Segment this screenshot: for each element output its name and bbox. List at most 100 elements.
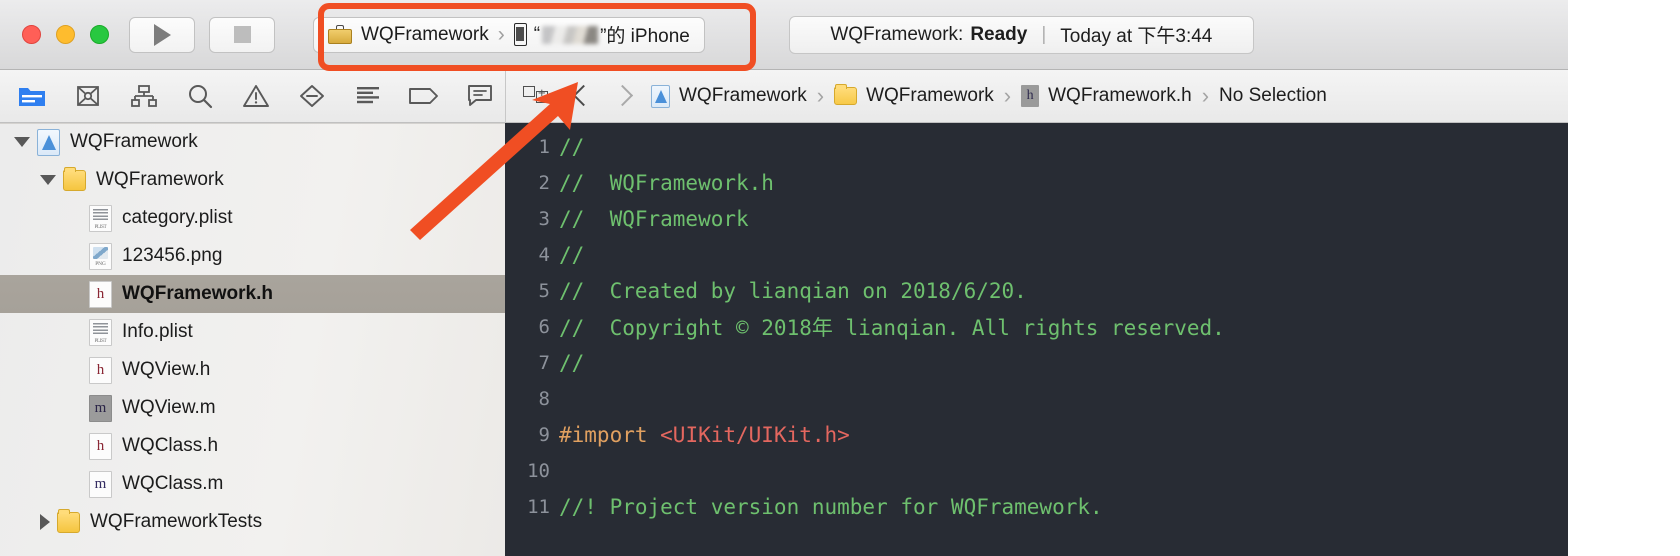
navigator-row[interactable]: WQFramework [0, 123, 505, 161]
code-text: // [559, 243, 584, 267]
stop-icon [233, 26, 251, 43]
navigator-row-label: category.plist [122, 207, 233, 228]
navigator-row-label: Info.plist [122, 321, 193, 342]
code-line[interactable]: 1 // [505, 129, 1568, 165]
header-file-icon: h [89, 356, 112, 384]
code-line[interactable]: 9 #import <UIKit/UIKit.h> [505, 417, 1568, 453]
code-token: // WQFramework.h [559, 171, 774, 195]
folder-icon [63, 166, 86, 191]
assistant-editor-icon[interactable] [523, 86, 549, 106]
code-line[interactable]: 10 [505, 453, 1568, 489]
chevron-right-icon: › [1003, 83, 1012, 108]
breadcrumb-item-file[interactable]: WQFramework.h [1048, 85, 1192, 107]
status-divider: | [1041, 23, 1047, 45]
navigator-row[interactable]: h WQView.h [0, 351, 505, 389]
minimize-window-button[interactable] [56, 25, 75, 44]
line-number: 3 [538, 208, 550, 230]
folder-icon [57, 508, 80, 533]
scheme-selector[interactable]: WQFramework › “ ”的 iPhone [313, 16, 705, 53]
header-file-icon: h [89, 280, 112, 308]
navigator-row-label: WQView.h [122, 359, 211, 380]
navigator-selector-bar [0, 70, 505, 123]
iphone-icon [513, 23, 527, 46]
navigator-row[interactable]: WQFramework [0, 161, 505, 199]
line-number: 6 [538, 316, 550, 338]
code-line[interactable]: 11 //! Project version number for WQFrame… [505, 489, 1568, 525]
navigator-row[interactable]: m WQClass.m [0, 465, 505, 503]
breadcrumb-item-folder[interactable]: WQFramework [866, 85, 994, 107]
code-token: // Copyright © 2018年 lianqian. All right… [559, 316, 1225, 340]
report-navigator-icon[interactable] [462, 81, 498, 111]
project-navigator-icon[interactable] [14, 81, 50, 111]
line-number: 2 [538, 172, 550, 194]
breadcrumb-item-project[interactable]: WQFramework [679, 85, 807, 107]
navigator-row[interactable]: h WQClass.h [0, 427, 505, 465]
project-navigator[interactable]: WQFramework WQFramework category.plist 1234… [0, 123, 505, 556]
test-navigator-icon[interactable] [294, 81, 330, 111]
code-line[interactable]: 4 // [505, 237, 1568, 273]
find-navigator-icon[interactable] [182, 81, 218, 111]
code-line[interactable]: 2 // WQFramework.h [505, 165, 1568, 201]
code-token: // [559, 351, 585, 375]
debug-navigator-icon[interactable] [350, 81, 386, 111]
line-number: 9 [538, 424, 550, 446]
editor-jump-bar: WQFramework › WQFramework › h WQFramewor… [505, 70, 1568, 123]
xcode-window: WQFramework › “ ”的 iPhone WQFramework: R… [0, 0, 1680, 556]
breadcrumb-item-selection[interactable]: No Selection [1219, 85, 1327, 107]
navigator-row-label: WQClass.h [122, 435, 219, 456]
navigator-row[interactable]: 123456.png [0, 237, 505, 275]
project-icon [651, 84, 670, 108]
scheme-name: WQFramework [361, 23, 489, 45]
navigator-row-label: WQClass.m [122, 473, 224, 494]
line-number: 1 [538, 136, 550, 158]
line-number: 5 [538, 280, 550, 302]
breakpoint-navigator-icon[interactable] [406, 81, 442, 111]
code-line[interactable]: 7 // [505, 345, 1568, 381]
issue-navigator-icon[interactable] [238, 81, 274, 111]
back-button[interactable] [575, 85, 588, 107]
code-text: // Created by lianqian on 2018/6/20. [559, 279, 1027, 303]
code-line[interactable]: 6 // Copyright © 2018年 lianqian. All righ… [505, 309, 1568, 345]
line-number: 7 [538, 352, 550, 374]
device-name-redacted [542, 25, 599, 44]
navigator-row[interactable]: Info.plist [0, 313, 505, 351]
navigator-row-label: WQFramework.h [122, 283, 273, 304]
destination-quote-open: “ [533, 23, 541, 45]
plist-file-icon [89, 318, 112, 346]
status-scheme-label: WQFramework: [830, 23, 964, 45]
code-line[interactable]: 3 // WQFramework [505, 201, 1568, 237]
code-token: // WQFramework [559, 207, 749, 231]
navigator-row[interactable]: h WQFramework.h [0, 275, 505, 313]
code-token: // [559, 243, 585, 267]
source-editor[interactable]: 1 // 2 // WQFramework.h 3 // WQFramework 4 // 5 /… [505, 123, 1568, 556]
close-window-button[interactable] [22, 25, 41, 44]
navigator-row[interactable]: m WQView.m [0, 389, 505, 427]
page-background-fill [1568, 0, 1680, 556]
code-line[interactable]: 5 // Created by lianqian on 2018/6/20. [505, 273, 1568, 309]
disclosure-triangle-closed-icon[interactable] [40, 514, 50, 530]
project-file-icon [37, 128, 60, 156]
disclosure-triangle-open-icon[interactable] [14, 137, 30, 147]
window-titlebar: WQFramework › “ ”的 iPhone WQFramework: R… [0, 0, 1568, 70]
line-number: 10 [527, 460, 550, 482]
breadcrumb: WQFramework › WQFramework › h WQFramewor… [651, 83, 1327, 109]
source-control-navigator-icon[interactable] [70, 81, 106, 111]
chevron-right-icon: › [1201, 83, 1210, 108]
symbol-navigator-icon[interactable] [126, 81, 162, 111]
navigator-row[interactable]: WQFrameworkTests [0, 503, 505, 541]
forward-button[interactable] [614, 85, 627, 107]
code-text: #import <UIKit/UIKit.h> [559, 423, 850, 447]
activity-status-bar[interactable]: WQFramework: Ready | Today at 下午3:44 [788, 15, 1254, 54]
navigator-row-label: WQView.m [122, 397, 216, 418]
code-text: // WQFramework [559, 207, 749, 231]
code-text: //! Project version number for WQFramewo… [559, 495, 1103, 519]
zoom-window-button[interactable] [90, 25, 109, 44]
navigator-row-label: WQFramework [96, 169, 224, 190]
disclosure-triangle-open-icon[interactable] [40, 175, 56, 185]
jumpbar-history-controls [575, 85, 627, 107]
stop-button[interactable] [209, 16, 275, 53]
folder-icon [834, 84, 858, 105]
run-button[interactable] [129, 16, 195, 53]
navigator-row[interactable]: category.plist [0, 199, 505, 237]
code-line[interactable]: 8 [505, 381, 1568, 417]
